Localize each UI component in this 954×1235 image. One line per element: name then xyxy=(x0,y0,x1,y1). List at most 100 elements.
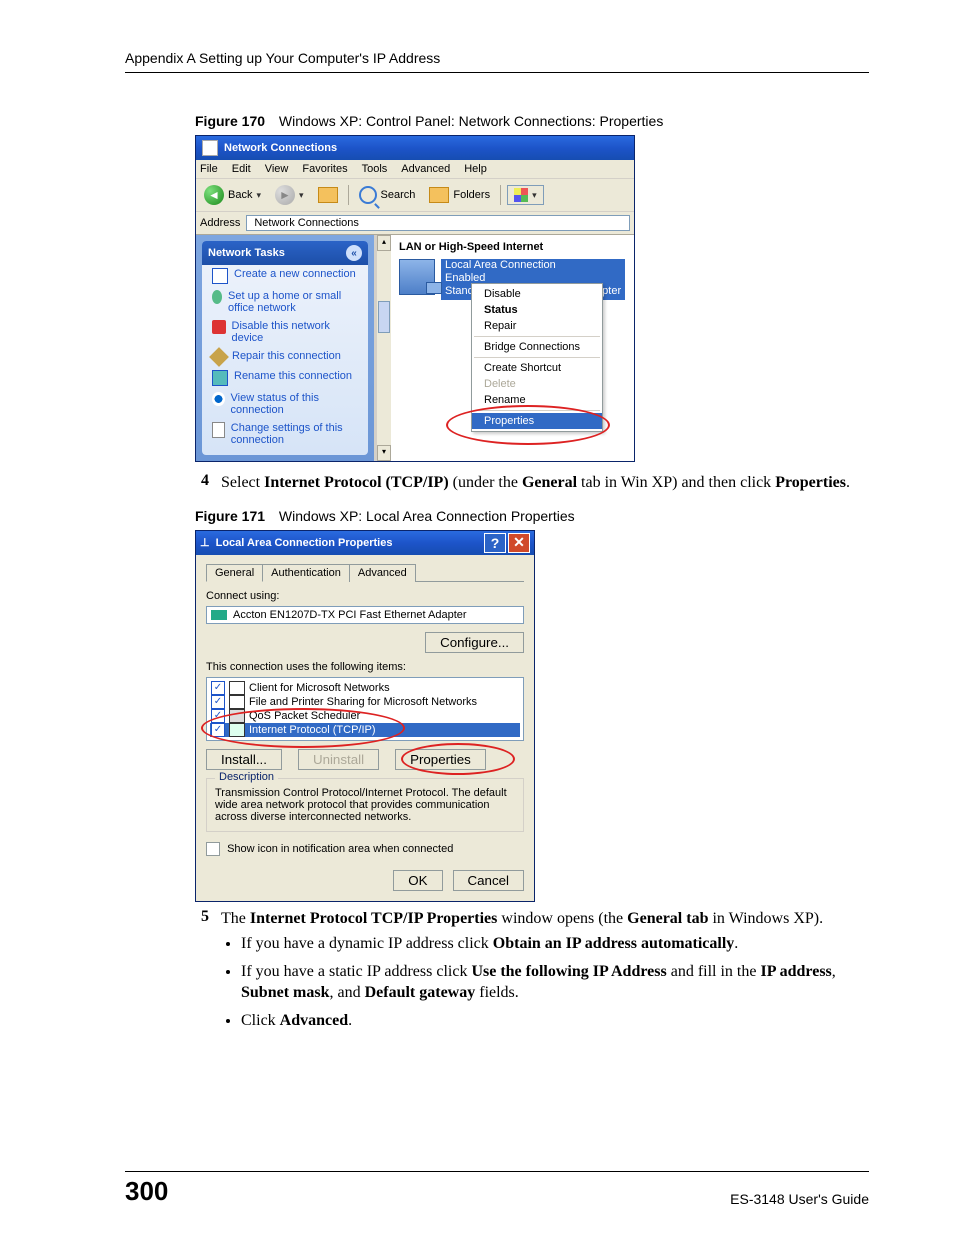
titlebar[interactable]: Network Connections xyxy=(196,136,634,160)
scroll-up-icon[interactable]: ▴ xyxy=(377,235,391,251)
task-rename-connection[interactable]: Rename this connection xyxy=(202,367,368,389)
task-repair-connection[interactable]: Repair this connection xyxy=(202,347,368,367)
category-header: LAN or High-Speed Internet xyxy=(399,241,630,253)
repair-icon xyxy=(209,347,229,367)
protocol-icon xyxy=(229,723,245,737)
ctx-properties[interactable]: Properties xyxy=(472,413,602,429)
task-disable-device[interactable]: Disable this network device xyxy=(202,317,368,347)
explorer-body: Network Tasks « Create a new connection … xyxy=(196,235,634,461)
item-label: Client for Microsoft Networks xyxy=(249,682,390,694)
task-label: Change settings of this connection xyxy=(231,422,360,446)
ctx-separator xyxy=(474,336,600,337)
checkbox-icon[interactable]: ✓ xyxy=(211,723,225,737)
tasks-header[interactable]: Network Tasks « xyxy=(202,241,368,265)
folders-button[interactable]: Folders xyxy=(425,185,494,205)
ctx-rename[interactable]: Rename xyxy=(472,392,602,408)
page-number: 300 xyxy=(125,1176,168,1207)
list-item-selected[interactable]: ✓ Internet Protocol (TCP/IP) xyxy=(210,723,520,737)
menu-edit[interactable]: Edit xyxy=(232,163,251,175)
ctx-status[interactable]: Status xyxy=(472,302,602,318)
address-field[interactable]: Network Connections xyxy=(246,215,630,231)
context-menu: Disable Status Repair Bridge Connections… xyxy=(471,283,603,432)
search-button[interactable]: Search xyxy=(355,184,420,206)
figure-171-caption: Figure 171 Windows XP: Local Area Connec… xyxy=(195,508,869,524)
ok-button[interactable]: OK xyxy=(393,870,442,891)
network-connections-window: Network Connections File Edit View Favor… xyxy=(195,135,635,462)
up-button[interactable] xyxy=(314,185,342,205)
bullet-item: If you have a static IP address click Us… xyxy=(241,961,869,1004)
task-setup-network[interactable]: Set up a home or small office network xyxy=(202,287,368,317)
rename-icon xyxy=(212,370,228,386)
checkbox-icon[interactable] xyxy=(206,842,220,856)
scroll-down-icon[interactable]: ▾ xyxy=(377,445,391,461)
titlebar[interactable]: ⊥ Local Area Connection Properties ? ✕ xyxy=(196,531,534,555)
tab-authentication[interactable]: Authentication xyxy=(262,564,350,582)
search-label: Search xyxy=(381,189,416,201)
checkbox-icon[interactable]: ✓ xyxy=(211,709,225,723)
views-icon xyxy=(514,188,528,202)
tab-advanced[interactable]: Advanced xyxy=(349,564,416,582)
step-number: 4 xyxy=(195,472,209,494)
menu-help[interactable]: Help xyxy=(464,163,487,175)
address-value: Network Connections xyxy=(254,217,359,229)
tasks-pane: Network Tasks « Create a new connection … xyxy=(196,235,376,461)
figure-number: Figure 170 xyxy=(195,113,265,129)
running-head: Appendix A Setting up Your Computer's IP… xyxy=(125,50,869,73)
settings-icon xyxy=(212,422,225,438)
items-label: This connection uses the following items… xyxy=(206,661,524,673)
show-icon-row[interactable]: Show icon in notification area when conn… xyxy=(206,842,524,856)
checkbox-icon[interactable]: ✓ xyxy=(211,681,225,695)
menu-tools[interactable]: Tools xyxy=(362,163,388,175)
checkbox-icon[interactable]: ✓ xyxy=(211,695,225,709)
task-create-connection[interactable]: Create a new connection xyxy=(202,265,368,287)
ctx-repair[interactable]: Repair xyxy=(472,318,602,334)
install-button[interactable]: Install... xyxy=(206,749,282,770)
menu-view[interactable]: View xyxy=(265,163,289,175)
task-change-settings[interactable]: Change settings of this connection xyxy=(202,419,368,449)
back-button[interactable]: ◄ Back ▾ xyxy=(200,183,265,207)
guide-name: ES-3148 User's Guide xyxy=(730,1191,869,1207)
scrollbar[interactable]: ▴ ▾ xyxy=(376,235,391,461)
disable-icon xyxy=(212,320,226,334)
step-5: 5 The Internet Protocol TCP/IP Propertie… xyxy=(195,908,869,1038)
forward-button[interactable]: ► ▾ xyxy=(271,183,308,207)
task-label: Repair this connection xyxy=(232,350,341,364)
step-number: 5 xyxy=(195,908,209,1038)
window-title: Network Connections xyxy=(224,142,337,154)
collapse-icon[interactable]: « xyxy=(346,245,362,261)
configure-button[interactable]: Configure... xyxy=(425,632,524,653)
service-icon xyxy=(229,695,245,709)
tab-general[interactable]: General xyxy=(206,564,263,582)
ctx-disable[interactable]: Disable xyxy=(472,286,602,302)
menu-file[interactable]: File xyxy=(200,163,218,175)
separator xyxy=(500,185,501,205)
figure-caption-text: Windows XP: Local Area Connection Proper… xyxy=(279,508,575,524)
ctx-bridge[interactable]: Bridge Connections xyxy=(472,339,602,355)
components-listbox[interactable]: ✓ Client for Microsoft Networks ✓ File a… xyxy=(206,677,524,741)
address-label: Address xyxy=(200,217,240,229)
ctx-delete: Delete xyxy=(472,376,602,392)
ctx-shortcut[interactable]: Create Shortcut xyxy=(472,360,602,376)
chevron-down-icon: ▾ xyxy=(256,190,261,201)
connect-using-label: Connect using: xyxy=(206,590,524,602)
help-button[interactable]: ? xyxy=(484,533,506,553)
task-label: Set up a home or small office network xyxy=(228,290,360,314)
list-item[interactable]: ✓ File and Printer Sharing for Microsoft… xyxy=(210,695,520,709)
list-item[interactable]: ✓ QoS Packet Scheduler xyxy=(210,709,520,723)
cancel-button[interactable]: Cancel xyxy=(453,870,525,891)
views-button[interactable]: ▾ xyxy=(507,185,544,205)
menu-favorites[interactable]: Favorites xyxy=(302,163,347,175)
figure-caption-text: Windows XP: Control Panel: Network Conne… xyxy=(279,113,663,129)
task-view-status[interactable]: View status of this connection xyxy=(202,389,368,419)
task-label: Disable this network device xyxy=(232,320,361,344)
separator xyxy=(348,185,349,205)
status-icon xyxy=(212,392,225,406)
properties-button[interactable]: Properties xyxy=(395,749,486,770)
uninstall-button: Uninstall xyxy=(298,749,379,770)
search-icon xyxy=(359,186,377,204)
close-button[interactable]: ✕ xyxy=(508,533,530,553)
scroll-thumb[interactable] xyxy=(378,301,390,333)
step-4: 4 Select Internet Protocol (TCP/IP) (und… xyxy=(195,472,869,494)
menu-advanced[interactable]: Advanced xyxy=(401,163,450,175)
list-item[interactable]: ✓ Client for Microsoft Networks xyxy=(210,681,520,695)
